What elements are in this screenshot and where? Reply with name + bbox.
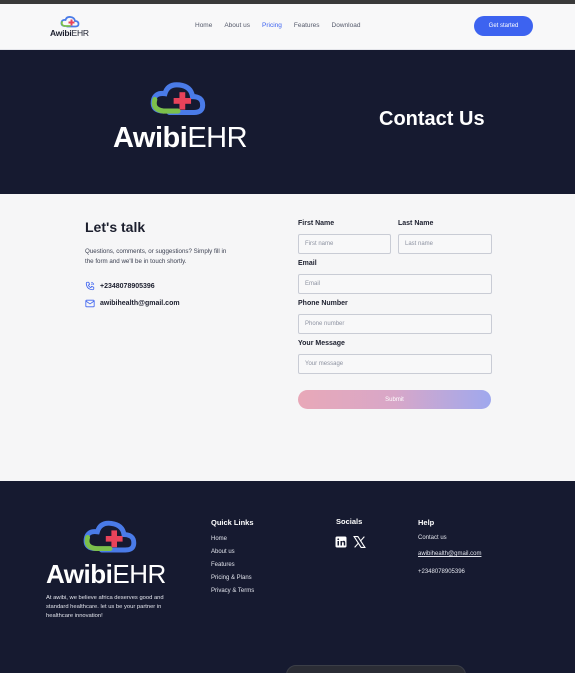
brand-thin: EHR	[71, 28, 90, 38]
cloud-plus-logo-icon	[83, 520, 137, 553]
nav-link-features[interactable]: Features	[294, 22, 320, 29]
first-name-label: First Name	[298, 220, 335, 227]
message-label: Your Message	[298, 340, 345, 347]
message-placeholder: Your message	[305, 361, 344, 367]
help-title: Help	[418, 518, 435, 527]
lets-talk-heading: Let's talk	[85, 219, 146, 235]
help-contact-us[interactable]: Contact us	[418, 535, 447, 541]
help-phone[interactable]: +2348078905396	[418, 569, 465, 575]
contact-phone-text: +2348078905396	[100, 282, 155, 290]
footer: AwibiEHR At awibi, we believe africa des…	[0, 481, 575, 673]
nav-link-home[interactable]: Home	[195, 22, 212, 29]
last-name-label: Last Name	[398, 220, 434, 227]
lets-talk-description: Questions, comments, or suggestions? Sim…	[85, 248, 227, 265]
hero-brand-wordmark: AwibiEHR	[113, 122, 248, 155]
quick-links-title: Quick Links	[211, 518, 254, 527]
cloud-plus-logo-icon	[60, 16, 80, 28]
top-navigation: AwibiEHR Home About us Pricing Features …	[0, 4, 575, 50]
email-label: Email	[298, 260, 317, 267]
footer-brand-thin: EHR	[112, 559, 166, 589]
footer-link-features[interactable]: Features	[211, 562, 235, 568]
linkedin-icon	[335, 536, 347, 548]
mail-icon	[85, 299, 95, 308]
footer-logo: AwibiEHR	[46, 517, 176, 589]
page-title: Contact Us	[379, 108, 485, 130]
hero-banner: AwibiEHR Contact Us	[0, 50, 575, 194]
footer-tagline: At awibi, we believe africa deserves goo…	[46, 595, 164, 619]
socials-title: Socials	[336, 517, 363, 526]
nav-links: Home About us Pricing Features Download	[195, 22, 360, 29]
first-name-placeholder: First name	[305, 241, 334, 247]
phone-input[interactable]: Phone number	[298, 314, 492, 334]
linkedin-link[interactable]	[335, 535, 347, 553]
nav-link-about[interactable]: About us	[224, 22, 250, 29]
x-link[interactable]	[353, 535, 366, 553]
cloud-plus-logo-icon	[150, 82, 206, 116]
brand-wordmark: AwibiEHR	[50, 28, 89, 38]
email-input[interactable]: Email	[298, 274, 492, 294]
footer-link-about[interactable]: About us	[211, 549, 235, 555]
x-icon	[353, 536, 366, 548]
footer-link-privacy[interactable]: Privacy & Terms	[211, 588, 254, 594]
contact-section: Let's talk Questions, comments, or sugge…	[0, 194, 575, 481]
last-name-input[interactable]: Last name	[398, 234, 492, 254]
footer-link-home[interactable]: Home	[211, 536, 227, 542]
footer-link-pricing[interactable]: Pricing & Plans	[211, 575, 252, 581]
hero-brand-bold: Awibi	[113, 122, 188, 154]
contact-email-text: awibihealth@gmail.com	[100, 300, 180, 307]
contact-email[interactable]: awibihealth@gmail.com	[85, 299, 180, 308]
hero-logo: AwibiEHR	[113, 78, 248, 158]
submit-button[interactable]: Submit	[298, 390, 491, 409]
get-started-button[interactable]: Get started	[474, 16, 533, 36]
nav-link-pricing[interactable]: Pricing	[262, 22, 282, 29]
help-email[interactable]: awibihealth@gmail.com	[418, 551, 481, 557]
contact-phone[interactable]: +2348078905396	[85, 281, 155, 291]
footer-brand-bold: Awibi	[46, 559, 113, 589]
phone-placeholder: Phone number	[305, 321, 345, 327]
last-name-placeholder: Last name	[405, 241, 434, 247]
floating-bottom-bar[interactable]	[286, 665, 466, 673]
brand-bold: Awibi	[50, 28, 72, 38]
first-name-input[interactable]: First name	[298, 234, 391, 254]
email-placeholder: Email	[305, 281, 321, 287]
message-input[interactable]: Your message	[298, 354, 492, 374]
nav-link-download[interactable]: Download	[332, 22, 361, 29]
nav-logo[interactable]: AwibiEHR	[50, 15, 94, 39]
footer-brand-wordmark: AwibiEHR	[46, 559, 166, 590]
phone-icon	[85, 281, 95, 291]
hero-brand-thin: EHR	[187, 122, 248, 154]
phone-label: Phone Number	[298, 300, 348, 307]
